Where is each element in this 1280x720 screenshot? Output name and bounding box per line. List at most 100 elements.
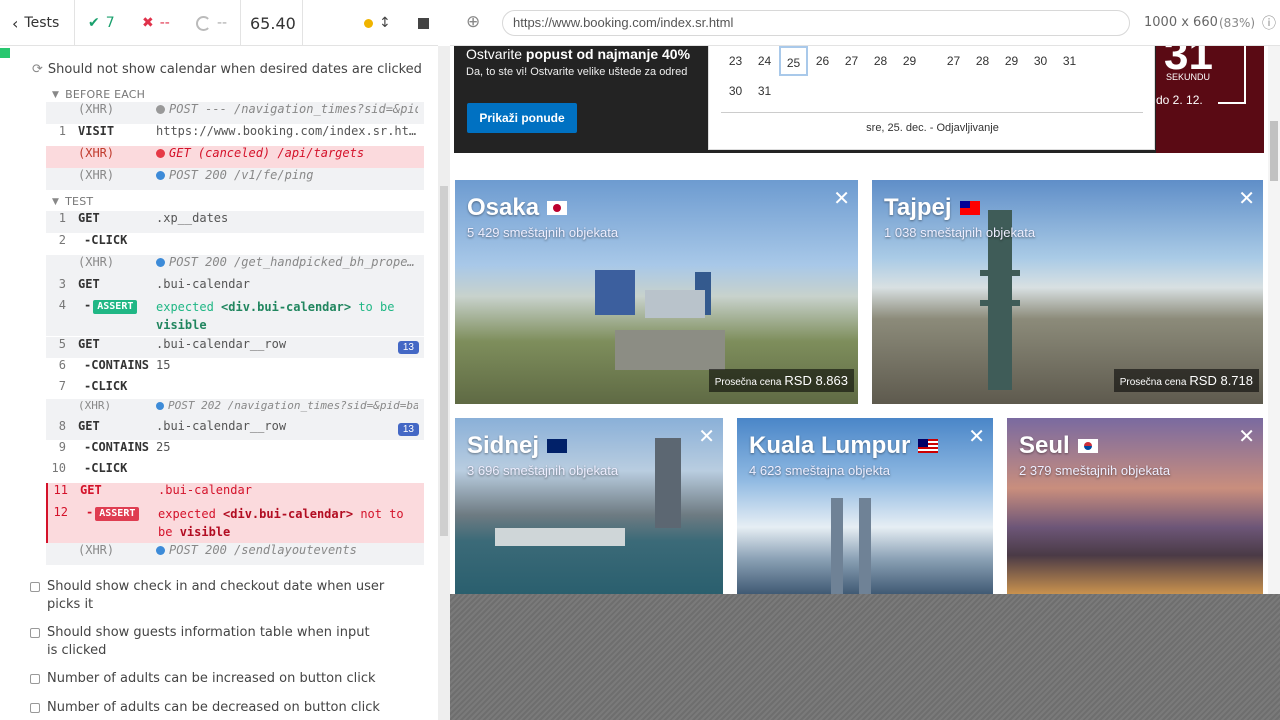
zoom-level: (83%) — [1219, 16, 1256, 30]
calendar-day[interactable]: 28 — [968, 52, 997, 76]
destination-card-kuala-lumpur[interactable]: Kuala Lumpur 4 623 smeštajna objekta ✕ — [737, 418, 993, 594]
command-row[interactable]: 6 -CONTAINS 15 — [46, 358, 424, 380]
close-icon[interactable]: ✕ — [698, 424, 715, 449]
reporter-scrollbar[interactable] — [438, 46, 450, 720]
japan-flag-icon — [547, 201, 568, 215]
calendar-popup: 23 24 25 26 27 28 29 27 28 29 30 31 30 3… — [708, 46, 1155, 150]
test-item[interactable]: Should show check in and checkout date w… — [30, 578, 400, 614]
pending-count: -- — [196, 0, 227, 46]
crosshair-icon[interactable]: ⊕ — [466, 12, 480, 32]
before-each-hook[interactable]: ▼ BEFORE EACH — [52, 88, 145, 101]
calendar-day[interactable]: 27 — [837, 52, 866, 76]
url-bar: ⊕ https://www.booking.com/index.sr.html … — [450, 0, 1280, 46]
destination-card-osaka[interactable]: Osaka 5 429 smeštajnih objekata ✕ Proseč… — [455, 180, 858, 404]
command-row[interactable]: 3 GET .bui-calendar — [46, 277, 424, 299]
command-row[interactable]: 1 VISIT https://www.booking.com/index.sr… — [46, 124, 424, 146]
stop-icon — [418, 17, 429, 29]
command-row-error[interactable]: 11 GET .bui-calendar 12 - ASSERT expected <… — [46, 483, 424, 543]
calendar-day[interactable]: 31 — [1055, 52, 1084, 76]
checkbox-icon — [30, 703, 40, 713]
command-row[interactable]: (XHR) POST 200 /get_handpicked_bh_prope… — [46, 255, 424, 277]
command-row-error[interactable]: (XHR) GET (canceled) /api/targets — [46, 146, 424, 168]
close-icon[interactable]: ✕ — [833, 186, 850, 211]
updown-arrow-icon: ↕ — [379, 15, 391, 31]
app-viewport: Ostvarite popust od najmanje 40% Da, to … — [450, 46, 1280, 594]
countdown-panel: 31 SEKUNDU do 2. 12. — [1156, 46, 1264, 153]
app-preview: ⊕ https://www.booking.com/index.sr.html … — [450, 0, 1280, 720]
command-row[interactable]: (XHR) POST 202 /navigation_times?sid=&pi… — [46, 399, 424, 421]
checkbox-icon — [30, 674, 40, 684]
command-row[interactable]: (XHR) POST 200 /v1/fe/ping — [46, 168, 424, 190]
taiwan-flag-icon — [959, 201, 980, 215]
count-badge: 13 — [397, 341, 419, 354]
test-reporter: ‹ Tests ✔ 7 ✖ -- -- 65.40 ↕ ⟳ Should not… — [0, 0, 438, 720]
app-scrollbar[interactable] — [1268, 46, 1280, 594]
url-field[interactable]: https://www.booking.com/index.sr.html — [502, 10, 1130, 36]
command-row[interactable]: 2 -CLICK — [46, 233, 424, 255]
duration: 65.40 — [250, 13, 296, 33]
spinner-icon — [196, 15, 211, 31]
command-row[interactable]: (XHR) POST --- /navigation_times?sid=&pi… — [46, 102, 424, 124]
command-row[interactable]: 10 -CLICK — [46, 461, 424, 483]
refresh-icon: ⟳ — [32, 62, 43, 77]
show-offers-button[interactable]: Prikaži ponude — [467, 103, 577, 133]
status-dot-icon — [156, 171, 165, 180]
calendar-day[interactable]: 27 — [939, 52, 968, 76]
command-row-assert[interactable]: 4 - ASSERT expected <div.bui-calendar> to… — [46, 298, 424, 336]
command-row[interactable]: 8 GET .bui-calendar__row 13 — [46, 419, 424, 441]
korea-flag-icon — [1077, 439, 1098, 453]
test-item[interactable]: Number of adults can be increased on but… — [30, 670, 410, 688]
command-row[interactable]: 5 GET .bui-calendar__row 13 — [46, 337, 424, 359]
close-icon[interactable]: ✕ — [968, 424, 985, 449]
australia-flag-icon — [547, 439, 568, 453]
assert-tag: ASSERT — [95, 507, 140, 521]
test-item[interactable]: Should show guests information table whe… — [30, 624, 370, 660]
caret-down-icon: ▼ — [52, 196, 60, 207]
test-item[interactable]: Number of adults can be decreased on but… — [30, 699, 410, 717]
test-title[interactable]: ⟳ Should not show calendar when desired … — [32, 62, 422, 77]
status-dot-icon — [156, 402, 164, 410]
chevron-left-icon: ‹ — [12, 13, 19, 33]
viewport-size: 1000 x 660 — [1144, 15, 1218, 30]
auto-scroll-toggle[interactable]: ↕ — [364, 0, 391, 46]
destination-card-sidnej[interactable]: Sidnej 3 696 smeštajnih objekata ✕ — [455, 418, 723, 594]
calendar-day[interactable]: 23 — [721, 52, 750, 76]
calendar-day[interactable]: 29 — [895, 52, 924, 76]
status-dot-icon — [156, 105, 165, 114]
status-dot-icon — [156, 546, 165, 555]
count-badge: 13 — [397, 423, 419, 436]
calendar-day[interactable]: 28 — [866, 52, 895, 76]
command-row[interactable]: 7 -CLICK — [46, 379, 424, 401]
status-dot-icon — [156, 149, 165, 158]
stop-button[interactable] — [418, 0, 429, 46]
command-row[interactable]: (XHR) POST 200 /sendlayoutevents — [46, 543, 424, 565]
close-icon[interactable]: ✕ — [1238, 424, 1255, 449]
checkbox-icon — [30, 628, 40, 638]
calendar-day[interactable]: 24 — [750, 52, 779, 76]
command-row[interactable]: 9 -CONTAINS 25 — [46, 440, 424, 462]
calendar-day[interactable]: 30 — [721, 82, 750, 102]
caret-down-icon: ▼ — [52, 89, 60, 100]
calendar-day-selected[interactable]: 25 — [779, 46, 808, 76]
calendar-day[interactable]: 29 — [997, 52, 1026, 76]
calendar-day[interactable]: 26 — [808, 52, 837, 76]
command-row[interactable]: 1 GET .xp__dates — [46, 211, 424, 233]
tests-label: Tests — [24, 15, 60, 31]
info-icon[interactable]: ⓘ — [1262, 13, 1276, 33]
close-icon[interactable]: ✕ — [1238, 186, 1255, 211]
calendar-day[interactable]: 31 — [750, 82, 779, 102]
calendar-day[interactable]: 30 — [1026, 52, 1055, 76]
passed-count: ✔ 7 — [88, 15, 115, 31]
calendar-footer: sre, 25. dec. - Odjavljivanje — [866, 122, 999, 134]
malaysia-flag-icon — [918, 439, 939, 453]
x-icon: ✖ — [142, 15, 154, 31]
destination-card-seul[interactable]: Seul 2 379 smeštajnih objekata ✕ — [1007, 418, 1263, 594]
progress-mark — [0, 48, 10, 58]
failed-count: ✖ -- — [142, 15, 170, 31]
status-dot-icon — [156, 258, 165, 267]
viewport-background — [450, 594, 1280, 720]
tests-nav-button[interactable]: ‹ Tests — [12, 0, 59, 46]
checkbox-icon — [30, 582, 40, 592]
test-hook[interactable]: ▼ TEST — [52, 195, 93, 208]
destination-card-tajpej[interactable]: Tajpej 1 038 smeštajnih objekata ✕ Prose… — [872, 180, 1263, 404]
